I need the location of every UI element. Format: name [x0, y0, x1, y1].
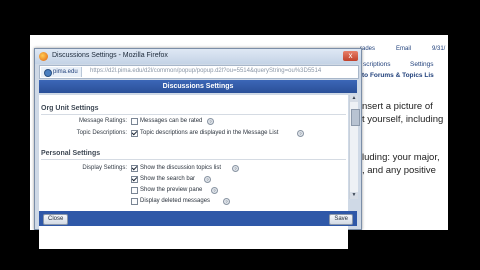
site-name: pima.edu — [53, 69, 78, 75]
help-icon[interactable]: ? — [207, 118, 214, 125]
scroll-thumb[interactable] — [350, 109, 360, 126]
dialog-footer: Close Save — [39, 211, 357, 226]
background-subnav: scriptions Settings — [355, 56, 448, 69]
topic-descriptions-label: Topic Descriptions: — [76, 130, 127, 136]
display-settings-label: Display Settings: — [82, 165, 127, 171]
date-text: 9/31/ — [432, 46, 446, 52]
org-unit-settings-heading: Org Unit Settings — [41, 105, 99, 112]
site-identity-badge[interactable]: pima.edu — [41, 67, 82, 77]
window-close-button[interactable]: x — [343, 51, 358, 61]
personal-settings-heading: Personal Settings — [41, 150, 101, 157]
show-search-bar-label: Show the search bar — [140, 176, 196, 182]
window-title: Discussions Settings - Mozilla Firefox — [52, 52, 168, 59]
window-titlebar[interactable]: Discussions Settings - Mozilla Firefox x — [35, 49, 361, 64]
section-divider — [41, 159, 346, 160]
scroll-down-arrow-icon[interactable]: ▼ — [350, 192, 358, 199]
vertical-scrollbar[interactable]: ▲ ▼ — [349, 95, 360, 199]
close-button[interactable]: Close — [43, 214, 69, 225]
dialog-header: Discussions Settings — [39, 80, 357, 93]
help-icon[interactable]: ? — [232, 165, 239, 172]
settings-popup-window: Discussions Settings - Mozilla Firefox x… — [34, 48, 362, 249]
descriptions-tab[interactable]: scriptions — [363, 61, 390, 68]
globe-icon — [44, 69, 52, 77]
background-line: t yourself, including — [362, 114, 444, 125]
save-button[interactable]: Save — [329, 214, 353, 225]
message-ratings-label: Message Ratings: — [78, 118, 127, 124]
display-deleted-messages-label: Display deleted messages — [140, 198, 211, 204]
section-divider — [41, 114, 346, 115]
show-topics-list-checkbox[interactable] — [131, 165, 138, 172]
background-line: nsert a picture of — [362, 101, 433, 112]
display-deleted-messages-checkbox[interactable] — [131, 198, 138, 205]
url-text: https://d2l.pima.edu/d2l/common/popup/po… — [90, 68, 322, 74]
help-icon[interactable]: ? — [223, 198, 230, 205]
email-link[interactable]: Email — [396, 46, 411, 52]
address-bar[interactable]: pima.edu https://d2l.pima.edu/d2l/common… — [39, 65, 359, 79]
help-icon[interactable]: ? — [297, 130, 304, 137]
background-line: , and any positive — [362, 165, 436, 176]
show-search-bar-checkbox[interactable] — [131, 176, 138, 183]
help-icon[interactable]: ? — [211, 187, 218, 194]
background-line: luding: your major, — [362, 152, 440, 163]
topic-descriptions-checkbox[interactable] — [131, 130, 138, 137]
grades-link[interactable]: rades — [360, 46, 375, 52]
show-topics-list-label: Show the discussion topics list — [140, 165, 222, 171]
settings-tab[interactable]: Settings — [410, 61, 434, 68]
topic-descriptions-option-label: Topic descriptions are displayed in the … — [140, 130, 279, 136]
scroll-up-arrow-icon[interactable]: ▲ — [350, 95, 358, 102]
breadcrumb[interactable]: to Forums & Topics Lis — [362, 72, 434, 79]
firefox-icon — [39, 52, 48, 61]
show-preview-pane-label: Show the preview pane — [140, 187, 203, 193]
messages-can-be-rated-checkbox[interactable] — [131, 118, 138, 125]
help-icon[interactable]: ? — [204, 176, 211, 183]
show-preview-pane-checkbox[interactable] — [131, 187, 138, 194]
messages-can-be-rated-label: Messages can be rated — [140, 118, 203, 124]
